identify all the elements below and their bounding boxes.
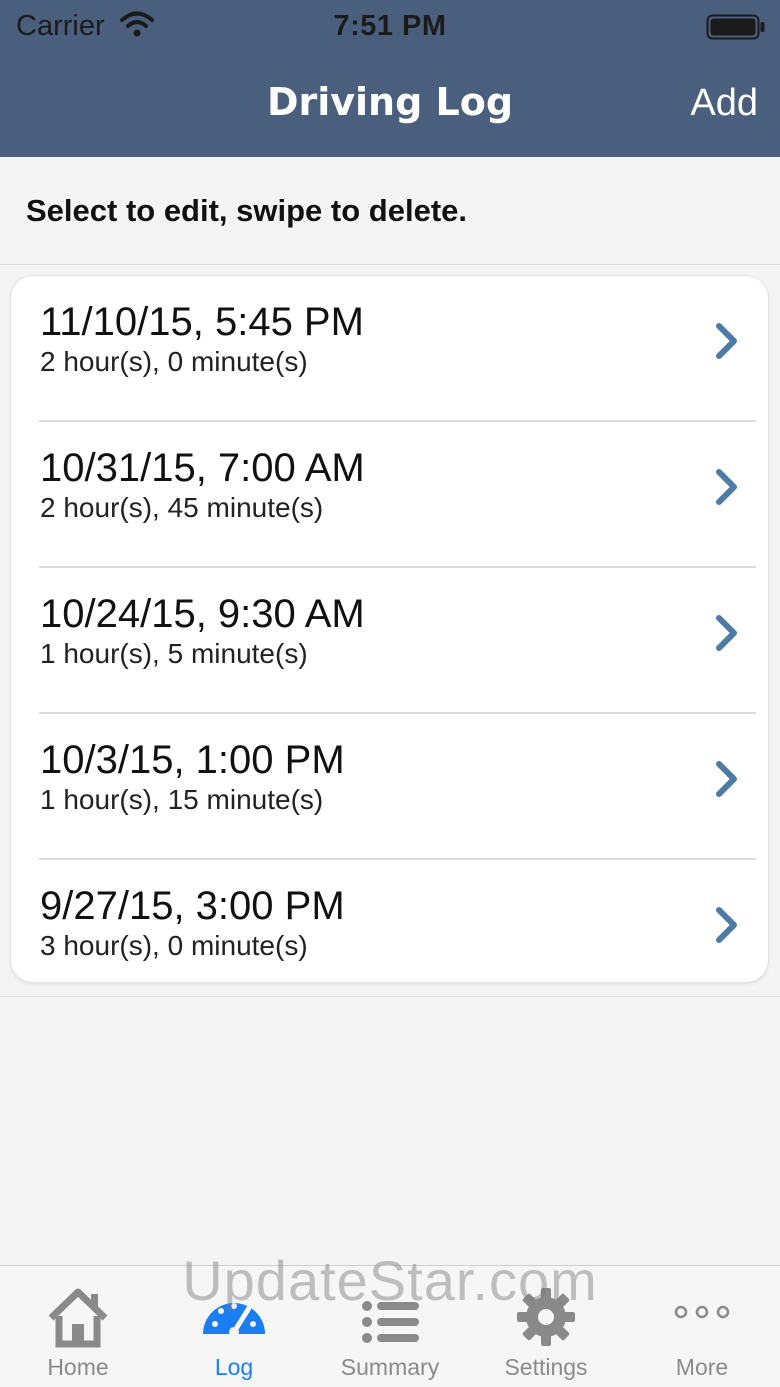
log-entry-date: 11/10/15, 5:45 PM [40,300,364,344]
log-entry-row[interactable]: 10/31/15, 7:00 AM 2 hour(s), 45 minute(s… [11,422,768,568]
log-entry-row[interactable]: 10/24/15, 9:30 AM 1 hour(s), 5 minute(s) [11,568,768,714]
speedometer-icon [203,1303,265,1337]
status-time: 7:51 PM [333,10,447,42]
more-dots-icon [674,1305,730,1319]
navigation-header: Carrier 7:51 PM Driving Log Add [0,0,780,157]
log-entry-row[interactable]: 9/27/15, 3:00 PM 3 hour(s), 0 minute(s) [11,860,768,1006]
log-entry-row[interactable]: 10/3/15, 1:00 PM 1 hour(s), 15 minute(s) [11,714,768,860]
tab-label: Summary [340,1354,440,1380]
log-entry-row[interactable]: 11/10/15, 5:45 PM 2 hour(s), 0 minute(s) [11,276,768,422]
log-entry-duration: 3 hour(s), 0 minute(s) [40,930,308,961]
instructions-text: Select to edit, swipe to delete. [26,193,467,228]
screen: Carrier 7:51 PM Driving Log Add Select t… [0,0,780,1387]
log-entry-duration: 2 hour(s), 45 minute(s) [40,492,324,523]
list-icon [362,1301,419,1343]
log-entry-duration: 2 hour(s), 0 minute(s) [40,346,308,377]
chevron-right-icon [716,615,737,651]
chevron-right-icon [716,761,737,797]
tab-label: Log [214,1354,254,1380]
home-icon [48,1288,108,1348]
driving-log-list: 11/10/15, 5:45 PM 2 hour(s), 0 minute(s)… [11,276,768,982]
tab-label: Settings [504,1354,588,1380]
chevron-right-icon [716,907,737,943]
tab-log[interactable]: Log [156,1266,312,1387]
tab-summary[interactable]: Summary [312,1266,468,1387]
gear-icon [517,1288,575,1346]
chevron-right-icon [716,323,737,359]
log-entry-date: 10/31/15, 7:00 AM [40,446,365,490]
log-entry-date: 10/3/15, 1:00 PM [40,738,345,782]
tab-label: Home [47,1354,109,1380]
status-bar: Carrier 7:51 PM [0,0,780,56]
page-title: Driving Log [266,80,514,124]
battery-icon [706,14,765,40]
log-entry-date: 10/24/15, 9:30 AM [40,592,365,636]
log-entry-duration: 1 hour(s), 5 minute(s) [40,638,308,669]
log-entry-date: 9/27/15, 3:00 PM [40,884,345,928]
log-entry-duration: 1 hour(s), 15 minute(s) [40,784,324,815]
instructions-banner: Select to edit, swipe to delete. [0,157,780,265]
tab-settings[interactable]: Settings [468,1266,624,1387]
tab-more[interactable]: More [624,1266,780,1387]
tab-bar: Home Log Summary Settings More [0,1265,780,1387]
add-button[interactable]: Add [690,82,758,125]
tab-label: More [675,1354,729,1380]
tab-home[interactable]: Home [0,1266,156,1387]
chevron-right-icon [716,469,737,505]
